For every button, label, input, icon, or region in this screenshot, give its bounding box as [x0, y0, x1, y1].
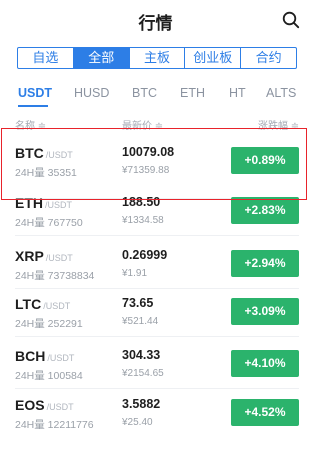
last-price: 304.33: [122, 348, 161, 362]
market-segment-control: 自选 全部 主板 创业板 合约: [17, 47, 297, 69]
symbol-label: XRP: [15, 248, 44, 264]
search-icon[interactable]: [282, 11, 300, 29]
row-divider: [15, 336, 299, 337]
volume-24h: 24H量 12211776: [15, 419, 94, 431]
symbol-label: EOS: [15, 397, 45, 413]
quote-currency-tabs: USDT HUSD BTC ETH HT ALTS: [0, 86, 311, 107]
change-badge[interactable]: +3.09%: [231, 298, 299, 325]
quote-currency-label: /USDT: [46, 402, 74, 412]
tab-eth[interactable]: ETH: [180, 86, 205, 100]
table-row[interactable]: EOS/USDT 24H量 12211776 3.5882 ¥25.40 +4.…: [0, 397, 311, 455]
segment-favorites[interactable]: 自选: [18, 48, 73, 68]
segment-all[interactable]: 全部: [72, 48, 129, 68]
quote-currency-label: /USDT: [47, 353, 75, 363]
volume-24h: 24H量 252291: [15, 318, 83, 330]
segment-main-board[interactable]: 主板: [128, 48, 185, 68]
change-badge[interactable]: +2.83%: [231, 197, 299, 224]
quote-currency-label: /USDT: [43, 301, 71, 311]
price-cny: ¥25.40: [122, 417, 153, 428]
quote-currency-label: /USDT: [45, 253, 73, 263]
price-cny: ¥2154.65: [122, 368, 164, 379]
row-divider: [15, 288, 299, 289]
price-cny: ¥1334.58: [122, 215, 164, 226]
symbol-label: BCH: [15, 348, 46, 364]
table-row[interactable]: ETH/USDT 24H量 767750 188.50 ¥1334.58 +2.…: [0, 195, 311, 253]
page-title: 行情: [138, 14, 173, 33]
price-cny: ¥521.44: [122, 316, 159, 327]
tab-husd[interactable]: HUSD: [74, 86, 109, 100]
table-row[interactable]: LTC/USDT 24H量 252291 73.65 ¥521.44 +3.09…: [0, 296, 311, 354]
row-divider: [15, 388, 299, 389]
volume-24h: 24H量 767750: [15, 217, 83, 229]
volume-24h: 24H量 73738834: [15, 270, 95, 282]
change-badge[interactable]: +2.94%: [231, 250, 299, 277]
tab-alts[interactable]: ALTS: [266, 86, 296, 100]
change-badge[interactable]: +4.10%: [231, 350, 299, 377]
last-price: 73.65: [122, 296, 154, 310]
quote-currency-label: /USDT: [45, 200, 72, 210]
segment-contracts[interactable]: 合约: [240, 48, 296, 68]
highlight-frame: [1, 128, 307, 200]
tab-usdt[interactable]: USDT: [18, 86, 52, 100]
volume-24h: 24H量 100584: [15, 370, 83, 382]
tab-btc[interactable]: BTC: [132, 86, 157, 100]
last-price: 0.26999: [122, 248, 168, 262]
tab-ht[interactable]: HT: [229, 86, 246, 100]
price-cny: ¥1.91: [122, 268, 148, 279]
active-tab-indicator: [18, 105, 48, 107]
row-divider: [15, 235, 299, 236]
last-price: 3.5882: [122, 397, 161, 411]
app-header: 行情: [0, 0, 311, 40]
change-badge[interactable]: +4.52%: [231, 399, 299, 426]
symbol-label: LTC: [15, 296, 42, 312]
segment-growth-board[interactable]: 创业板: [184, 48, 240, 68]
